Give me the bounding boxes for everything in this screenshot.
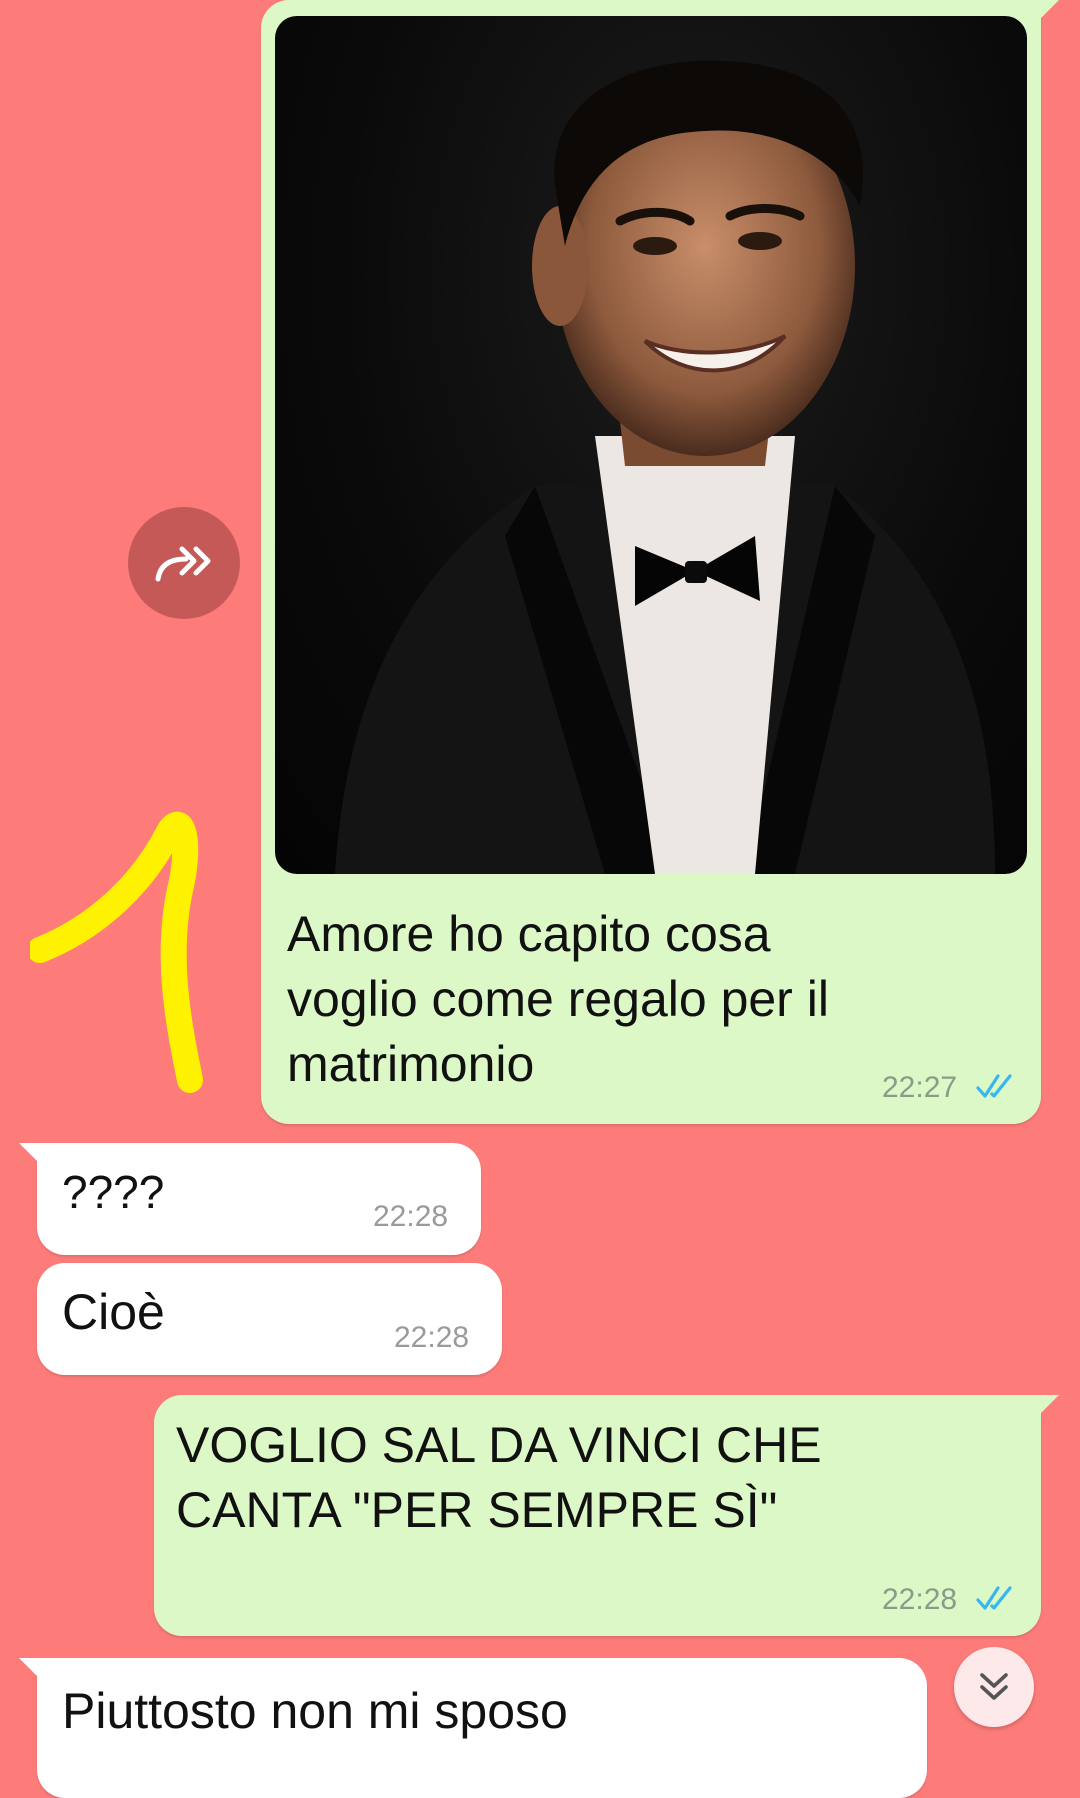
- chevron-double-down-icon: [980, 1673, 1008, 1700]
- message-bubble-incoming[interactable]: ???? 22:28: [19, 1143, 481, 1255]
- message-text: Cioè: [62, 1284, 165, 1340]
- yellow-doodle-annotation: [30, 811, 203, 1093]
- portrait-photo[interactable]: [275, 16, 1027, 874]
- message-bubble-incoming[interactable]: Piuttosto non mi sposo: [19, 1658, 927, 1798]
- message-timestamp: 22:28: [882, 1583, 958, 1616]
- scroll-to-bottom-button[interactable]: [954, 1647, 1034, 1727]
- message-text: ????: [62, 1166, 165, 1218]
- message-text: VOGLIO SAL DA VINCI CHE CANTA "PER SEMPR…: [176, 1417, 822, 1538]
- double-check-icon: [976, 1586, 1012, 1610]
- double-check-icon: [976, 1074, 1012, 1098]
- message-timestamp: 22:28: [373, 1200, 449, 1233]
- message-text: Piuttosto non mi sposo: [62, 1683, 568, 1739]
- portrait-photo-image: [335, 60, 995, 874]
- forward-icon: [155, 546, 211, 582]
- message-timestamp: 22:27: [882, 1071, 958, 1104]
- message-timestamp: 22:28: [394, 1321, 470, 1354]
- message-bubble-incoming[interactable]: Cioè 22:28: [37, 1263, 502, 1375]
- message-bubble-outgoing[interactable]: VOGLIO SAL DA VINCI CHE CANTA "PER SEMPR…: [154, 1395, 1059, 1636]
- message-text: Amore ho capito cosa voglio come regalo …: [287, 906, 829, 1092]
- forward-button[interactable]: [128, 507, 240, 619]
- message-bubble-outgoing-image[interactable]: Amore ho capito cosa voglio come regalo …: [261, 0, 1059, 1124]
